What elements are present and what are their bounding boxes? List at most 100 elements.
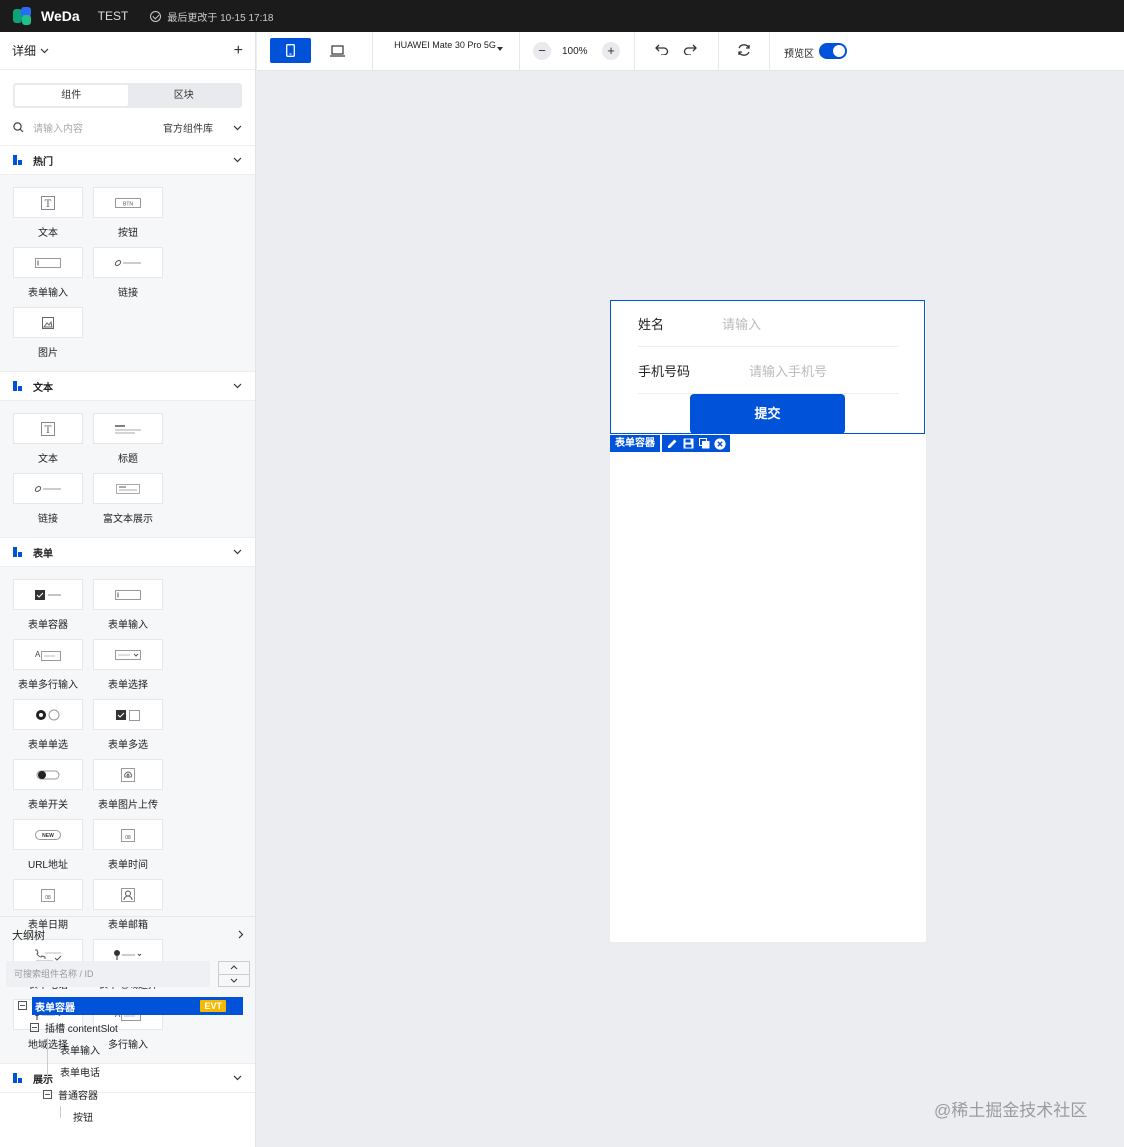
undo-icon[interactable] <box>655 43 669 55</box>
section-icon <box>13 1073 23 1083</box>
component-richtext[interactable]: 富文本展示 <box>93 473 163 533</box>
collapse-icon[interactable] <box>43 1089 52 1099</box>
component-label: 表单单选 <box>28 740 68 751</box>
component-label: 文本 <box>38 454 58 465</box>
component-form-container[interactable]: 表单容器 <box>13 579 83 639</box>
component-label: 表单输入 <box>108 620 148 631</box>
chevron-down-icon[interactable] <box>233 125 242 131</box>
heading-icon <box>115 424 141 433</box>
field-input-phone[interactable]: 请输入手机号 <box>749 361 827 380</box>
outline-search-input[interactable]: 可搜索组件名称 / ID <box>6 961 210 987</box>
top-bar: WeDa TEST 最后更改于 10-15 17:18 <box>0 0 1124 32</box>
field-input-name[interactable]: 请输入 <box>722 314 761 333</box>
component-button[interactable]: BTN 按钮 <box>93 187 163 247</box>
svg-text:T: T <box>45 425 52 436</box>
outline-header[interactable]: 大纲树 <box>0 916 256 952</box>
project-name[interactable]: TEST <box>98 9 129 23</box>
chevron-up-icon[interactable] <box>219 962 249 975</box>
component-url[interactable]: NEW URL地址 <box>13 819 83 879</box>
collapse-icon[interactable] <box>30 1022 39 1032</box>
outline-nav <box>218 961 250 987</box>
tree-node-label: 表单电话 <box>60 1067 100 1079</box>
library-select[interactable]: 官方组件库 <box>163 120 213 135</box>
section-hot[interactable]: 热门 <box>0 146 255 175</box>
component-form-switch[interactable]: 表单开关 <box>13 759 83 819</box>
component-form-checkbox[interactable]: 表单多选 <box>93 699 163 759</box>
component-label: 链接 <box>38 514 58 525</box>
input-icon <box>35 257 61 268</box>
save-status: 最后更改于 10-15 17:18 <box>150 9 274 24</box>
preview-toggle[interactable] <box>819 43 847 59</box>
section-form[interactable]: 表单 <box>0 538 255 567</box>
tree-node-form-container[interactable]: 表单容器 EVT <box>32 997 243 1015</box>
panel-tabs: 组件 区块 <box>13 83 242 108</box>
svg-text:NEW: NEW <box>42 833 54 839</box>
panel-title-text: 详细 <box>12 44 37 58</box>
mobile-view-button[interactable] <box>270 38 311 63</box>
copy-icon[interactable] <box>698 438 710 450</box>
chevron-down-icon <box>40 48 49 53</box>
svg-text:BTN: BTN <box>123 201 133 207</box>
delete-icon[interactable] <box>714 437 726 450</box>
svg-text:08: 08 <box>125 835 131 841</box>
component-form-time[interactable]: 08 表单时间 <box>93 819 163 879</box>
component-form-input[interactable]: 表单输入 <box>93 579 163 639</box>
component-link[interactable]: 链接 <box>13 473 83 533</box>
tree-node-form-input[interactable]: 表单输入 <box>60 1040 100 1058</box>
section-text[interactable]: 文本 <box>0 372 255 401</box>
component-link[interactable]: 链接 <box>93 247 163 307</box>
tab-components[interactable]: 组件 <box>15 85 128 106</box>
logo[interactable]: WeDa <box>13 7 80 25</box>
zoom-out-button[interactable]: − <box>533 42 551 60</box>
calendar-icon: 08 <box>121 828 135 842</box>
submit-button[interactable]: 提交 <box>690 394 845 434</box>
svg-text:A: A <box>35 650 41 659</box>
refresh-icon[interactable] <box>737 43 751 57</box>
save-icon[interactable] <box>682 438 694 450</box>
field-label-phone: 手机号码 <box>638 364 691 379</box>
section-display[interactable]: 展示 <box>0 1064 255 1093</box>
svg-text:T: T <box>45 199 52 210</box>
panel-title[interactable]: 详细 <box>12 42 49 59</box>
search-icon <box>13 122 24 133</box>
add-icon[interactable]: + <box>234 42 243 60</box>
component-text[interactable]: T 文本 <box>13 187 83 247</box>
checkbox-form-icon <box>35 589 61 600</box>
component-form-input[interactable]: 表单输入 <box>13 247 83 307</box>
component-form-radio[interactable]: 表单单选 <box>13 699 83 759</box>
tree-node-button[interactable]: 按钮 <box>73 1107 93 1125</box>
collapse-icon[interactable] <box>18 1001 27 1010</box>
tree-node-label: 按钮 <box>73 1112 93 1124</box>
redo-icon[interactable] <box>683 43 697 55</box>
calendar-icon: 08 <box>41 888 55 902</box>
caret-down-icon[interactable] <box>497 47 503 51</box>
component-form-select[interactable]: 表单选择 <box>93 639 163 699</box>
chevron-down-icon[interactable] <box>219 975 249 987</box>
tree-node-container[interactable]: 普通容器 <box>43 1085 98 1103</box>
field-label-name: 姓名 <box>638 317 665 332</box>
selection-label: 表单容器 <box>610 435 660 452</box>
tree-node-form-phone[interactable]: 表单电话 <box>60 1062 100 1080</box>
edit-icon[interactable] <box>666 438 678 450</box>
search-input[interactable]: 请输入内容 <box>33 120 163 135</box>
device-select[interactable]: HUAWEI Mate 30 Pro 5G <box>385 39 505 51</box>
zoom-in-button[interactable]: + <box>602 42 620 60</box>
tree-node-label: 表单容器 <box>35 1002 75 1014</box>
desktop-view-button[interactable] <box>330 45 345 60</box>
section-icon <box>13 155 23 165</box>
tab-blocks[interactable]: 区块 <box>128 85 241 106</box>
component-label: 表单容器 <box>28 620 68 631</box>
component-label: 标题 <box>118 454 138 465</box>
component-form-textarea[interactable]: A 表单多行输入 <box>13 639 83 699</box>
outline-title: 大纲树 <box>12 929 45 942</box>
component-heading[interactable]: 标题 <box>93 413 163 473</box>
component-image[interactable]: 图片 <box>13 307 83 367</box>
evt-badge: EVT <box>200 1000 226 1012</box>
textarea-icon: A <box>35 650 61 661</box>
component-form-upload[interactable]: 表单图片上传 <box>93 759 163 819</box>
chevron-down-icon <box>233 383 242 389</box>
tree-node-slot[interactable]: 插槽 contentSlot <box>30 1018 118 1036</box>
component-text[interactable]: T 文本 <box>13 413 83 473</box>
section-title: 文本 <box>33 382 53 394</box>
richtext-icon <box>116 483 140 494</box>
